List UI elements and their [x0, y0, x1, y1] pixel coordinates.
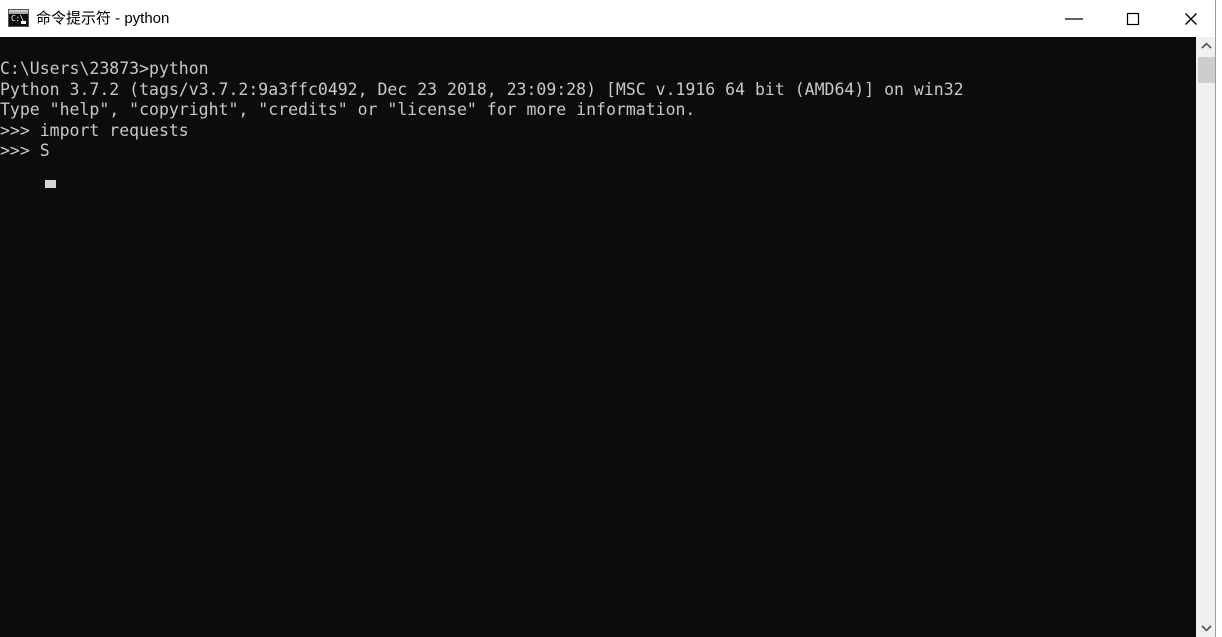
command-prompt-window: C:\ 命令提示符 - python C:\Users\23873>python…: [0, 0, 1222, 637]
window-title: 命令提示符 - python: [36, 10, 170, 27]
scroll-down-button[interactable]: [1197, 619, 1216, 637]
chevron-down-icon: [1201, 619, 1212, 637]
window-titlebar[interactable]: C:\ 命令提示符 - python: [0, 0, 1216, 37]
text-cursor: [45, 180, 56, 188]
maximize-icon: [1125, 11, 1141, 27]
vertical-scrollbar[interactable]: [1196, 37, 1216, 637]
scrollbar-thumb[interactable]: [1198, 57, 1215, 83]
window-right-padding: [1216, 0, 1222, 637]
minimize-icon: [1063, 13, 1085, 25]
maximize-button[interactable]: [1110, 0, 1156, 37]
cmd-console-icon: C:\: [8, 9, 29, 27]
terminal-output-area[interactable]: C:\Users\23873>python Python 3.7.2 (tags…: [0, 37, 1196, 637]
scrollbar-track[interactable]: [1197, 55, 1216, 619]
console-text: C:\Users\23873>python Python 3.7.2 (tags…: [0, 59, 964, 161]
minimize-button[interactable]: [1051, 0, 1097, 37]
close-icon: [1183, 11, 1199, 27]
scroll-up-button[interactable]: [1197, 37, 1216, 55]
cmd-icon-cursor: [21, 21, 26, 24]
close-button[interactable]: [1168, 0, 1214, 37]
chevron-up-icon: [1201, 37, 1212, 55]
